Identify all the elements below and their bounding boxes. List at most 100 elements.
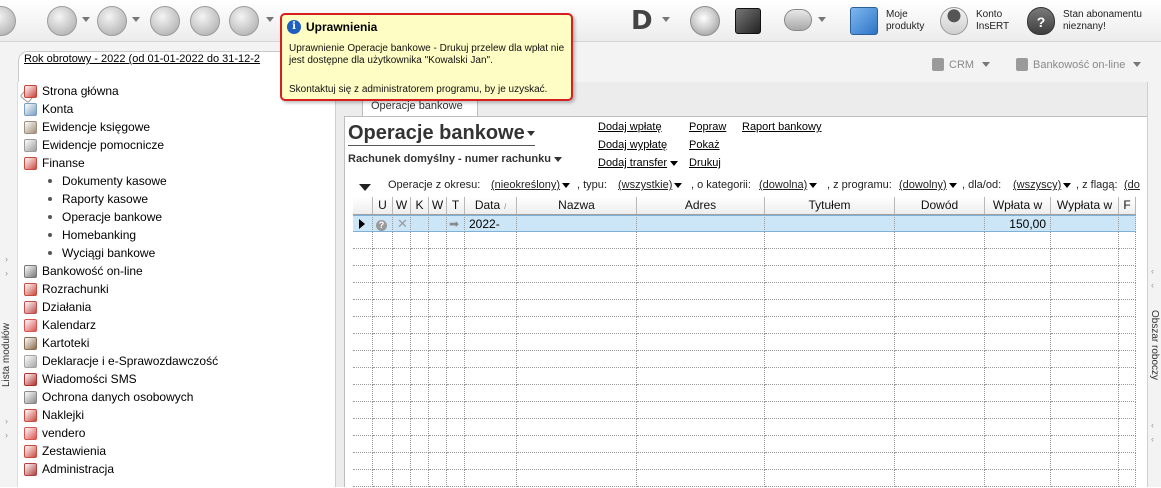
column-header[interactable]: U: [373, 197, 393, 215]
column-header[interactable]: Adres: [637, 197, 765, 215]
chevron-left-icon[interactable]: ‹: [1151, 280, 1154, 290]
table-row[interactable]: [353, 283, 1148, 300]
chevron-down-icon[interactable]: [662, 17, 670, 22]
chevron-down-icon[interactable]: [818, 17, 826, 22]
sidebar-subitem[interactable]: Raporty kasowe: [48, 190, 148, 208]
sidebar-item[interactable]: Naklejki: [24, 406, 84, 424]
table-row[interactable]: [353, 385, 1148, 402]
add-transfer-link[interactable]: Dodaj transfer: [598, 157, 679, 169]
column-header[interactable]: Wypłata w: [1051, 197, 1119, 215]
table-row[interactable]: [353, 419, 1148, 436]
chevron-right-icon[interactable]: ›: [5, 268, 8, 278]
sidebar-item[interactable]: Kalendarz: [24, 316, 96, 334]
type-filter-value[interactable]: (wszystkie): [618, 179, 683, 191]
sidebar-item[interactable]: Ewidencje pomocnicze: [24, 136, 164, 154]
table-row[interactable]: [353, 249, 1148, 266]
toolbar-icon-2[interactable]: [97, 6, 127, 36]
table-row[interactable]: [353, 402, 1148, 419]
chevron-right-icon[interactable]: ›: [5, 416, 8, 426]
chevron-left-icon[interactable]: ‹: [1151, 434, 1154, 444]
sidebar-item[interactable]: Ochrona danych osobowych: [24, 388, 193, 406]
cube-icon[interactable]: [735, 8, 761, 34]
sidebar-subitem[interactable]: Dokumenty kasowe: [48, 172, 167, 190]
column-header[interactable]: T: [447, 197, 465, 215]
work-area-strip[interactable]: ‹ ‹ ‹ ‹ Obszar roboczy: [1147, 82, 1161, 487]
toolbar-partial-icon[interactable]: [0, 6, 16, 36]
column-header[interactable]: Dowód: [895, 197, 985, 215]
party-filter-value[interactable]: (wszyscy): [1013, 179, 1072, 191]
subscription-status-button[interactable]: ? Stan abonamentu nieznany!: [1027, 6, 1142, 36]
column-header[interactable]: Tytułem: [765, 197, 895, 215]
my-products-button[interactable]: Moje produkty: [850, 6, 924, 36]
insert-account-button[interactable]: Konto InsERT: [940, 6, 1009, 36]
crm-button[interactable]: CRM: [932, 58, 991, 71]
column-header[interactable]: Wpłata w: [985, 197, 1051, 215]
column-header[interactable]: Data /: [465, 197, 517, 215]
toolbar-icon-4[interactable]: [190, 6, 220, 36]
table-row[interactable]: [353, 300, 1148, 317]
sidebar-item[interactable]: Ewidencje księgowe: [24, 118, 150, 136]
table-row[interactable]: [353, 351, 1148, 368]
sidebar-item[interactable]: Administracja: [24, 460, 114, 478]
sidebar-subitem[interactable]: Operacje bankowe: [48, 208, 162, 226]
sidebar-item[interactable]: Kartoteki: [24, 334, 89, 352]
table-row[interactable]: [353, 266, 1148, 283]
chevron-left-icon[interactable]: ‹: [1151, 266, 1154, 276]
table-row[interactable]: [353, 453, 1148, 470]
column-header[interactable]: F: [1119, 197, 1136, 215]
sidebar-item[interactable]: Rozrachunki: [24, 280, 109, 298]
disc-icon[interactable]: [690, 6, 720, 36]
sidebar-item[interactable]: Finanse: [24, 154, 85, 172]
sidebar-item[interactable]: Strona główna: [24, 82, 119, 100]
sidebar-subitem[interactable]: Homebanking: [48, 226, 136, 244]
account-selector[interactable]: Rachunek domyślny - numer rachunku: [348, 153, 562, 165]
column-header[interactable]: Nazwa: [517, 197, 637, 215]
sidebar-item[interactable]: Zestawienia: [24, 442, 106, 460]
collapse-arrow-icon[interactable]: [359, 184, 371, 191]
toolbar-icon-5[interactable]: [229, 6, 259, 36]
table-row[interactable]: [353, 436, 1148, 453]
column-header[interactable]: W: [393, 197, 411, 215]
program-filter-value[interactable]: (dowolny): [899, 179, 957, 191]
table-row[interactable]: [353, 368, 1148, 385]
brand-d-icon[interactable]: D: [631, 6, 653, 36]
sidebar-item[interactable]: Wiadomości SMS: [24, 370, 137, 388]
table-row[interactable]: [353, 232, 1148, 249]
table-row[interactable]: [353, 334, 1148, 351]
table-cell: [985, 385, 1051, 402]
column-header[interactable]: K: [411, 197, 429, 215]
show-link[interactable]: Pokaż: [689, 139, 720, 151]
fiscal-year-link[interactable]: Rok obrotowy - 2022 (od 01-01-2022 do 31…: [24, 53, 260, 65]
column-header[interactable]: W: [429, 197, 447, 215]
category-filter-value[interactable]: (dowolna): [759, 179, 818, 191]
table-cell: [429, 453, 447, 470]
flag-filter-value[interactable]: (do: [1124, 179, 1140, 191]
chevron-right-icon[interactable]: ›: [5, 254, 8, 264]
edit-link[interactable]: Popraw: [689, 121, 726, 133]
add-withdrawal-link[interactable]: Dodaj wypłatę: [598, 139, 667, 151]
sidebar-item[interactable]: vendero: [24, 424, 85, 442]
page-title[interactable]: Operacje bankowe: [348, 121, 535, 146]
sidebar-item[interactable]: Deklaracje i e-Sprawozdawczość: [24, 352, 218, 370]
chevron-down-icon[interactable]: [266, 17, 274, 22]
chevron-right-icon[interactable]: ›: [5, 430, 8, 440]
toolbar-icon-3[interactable]: [150, 6, 180, 36]
chevron-left-icon[interactable]: ‹: [1151, 420, 1154, 430]
sidebar-item[interactable]: Bankowość on-line: [24, 262, 143, 280]
module-list-strip[interactable]: › › › › Lista modułów: [0, 82, 18, 487]
sidebar-subitem[interactable]: Wyciągi bankowe: [48, 244, 155, 262]
cloud-server-icon[interactable]: [784, 9, 812, 31]
chevron-down-icon[interactable]: [82, 17, 90, 22]
print-link[interactable]: Drukuj: [689, 157, 721, 169]
table-row[interactable]: ? ✕ ➡ 2022- 150,00: [353, 215, 1148, 232]
period-filter-value[interactable]: (nieokreślony): [491, 179, 571, 191]
add-deposit-link[interactable]: Dodaj wpłatę: [598, 121, 662, 133]
online-banking-button[interactable]: Bankowość on-line: [1016, 58, 1142, 71]
table-row[interactable]: [353, 317, 1148, 334]
sidebar-item[interactable]: Działania: [24, 298, 91, 316]
bank-report-link[interactable]: Raport bankowy: [742, 121, 822, 133]
sidebar-item[interactable]: Konta: [24, 100, 73, 118]
table-row[interactable]: [353, 470, 1148, 487]
chevron-down-icon[interactable]: [132, 17, 140, 22]
toolbar-icon-1[interactable]: [47, 6, 77, 36]
